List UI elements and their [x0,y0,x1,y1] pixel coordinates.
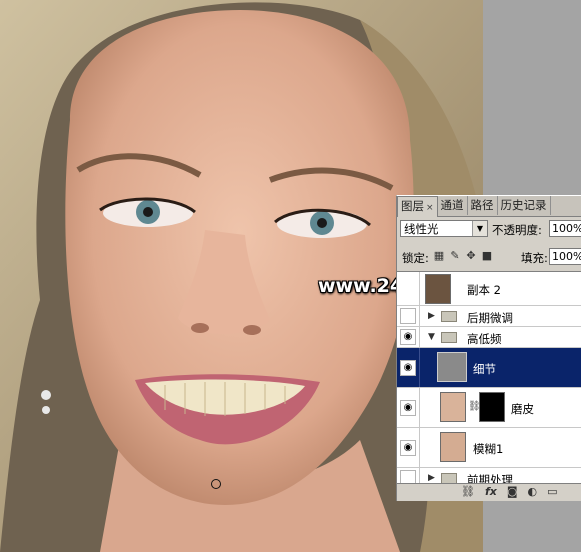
tab-layers[interactable]: 图层 × [397,196,438,217]
layer-name[interactable]: 高低频 [467,331,502,347]
tab-channels[interactable]: 通道 [438,196,468,215]
visibility-toggle[interactable] [400,308,416,324]
blend-row: 线性光 ▼ 不透明度: 100% [397,219,581,239]
lock-row: 锁定: ▦ ✎ ✥ ■ 填充: 100% [397,247,581,267]
fill-input[interactable]: 100% [549,248,581,265]
tab-history[interactable]: 历史记录 [498,196,551,215]
folder-icon [441,311,457,322]
opacity-label: 不透明度: [492,223,542,237]
layer-name[interactable]: 模糊1 [473,441,503,457]
tab-label: 图层 [401,199,424,213]
lock-label: 锁定: [402,251,429,265]
layer-row[interactable]: ◉ 模糊1 [397,428,581,468]
brush-cursor [211,479,221,489]
layer-name[interactable]: 后期微调 [467,310,513,326]
dropdown-arrow-icon[interactable]: ▼ [472,221,487,236]
layer-list: 副本 2 ▶ 后期微调 ◉ ▼ 高低频 ◉ 细节 ◉ ⛓ 磨皮 ◉ 模糊1 ▶ … [397,271,581,489]
blend-mode-value: 线性光 [404,222,439,236]
eye-icon[interactable]: ◉ [400,440,416,456]
tab-paths[interactable]: 路径 [468,196,498,215]
expand-triangle-icon[interactable]: ▶ [428,311,435,321]
layer-thumbnail [425,274,451,304]
folder-icon[interactable]: ▭ [547,485,557,498]
layers-panel: 图层 × 通道 路径 历史记录 线性光 ▼ 不透明度: 100% 锁定: ▦ ✎ … [396,195,581,501]
layer-row-selected[interactable]: ◉ 细节 [397,348,581,388]
lock-transparent-icon[interactable]: ▦ [433,250,445,262]
folder-icon [441,332,457,343]
layer-row[interactable]: ◉ ⛓ 磨皮 [397,388,581,428]
blend-mode-select[interactable]: 线性光 ▼ [400,220,488,237]
panel-tabs: 图层 × 通道 路径 历史记录 [397,196,581,217]
lock-all-icon[interactable]: ■ [481,250,493,262]
layer-row[interactable]: 副本 2 [397,272,581,306]
layer-group-row[interactable]: ◉ ▼ 高低频 [397,327,581,348]
lock-position-icon[interactable]: ✥ [465,250,477,262]
layers-panel-footer: ⛓ fx ◙ ◐ ▭ [397,483,581,501]
layer-name[interactable]: 副本 2 [467,282,501,298]
layer-thumbnail [440,432,466,462]
adjustment-icon[interactable]: ◐ [528,485,538,498]
fx-icon[interactable]: fx [485,485,497,498]
layer-thumbnail [440,392,466,422]
layer-name[interactable]: 细节 [473,361,496,377]
fill-label: 填充: [521,251,548,265]
layer-thumbnail [437,352,467,382]
mask-icon[interactable]: ◙ [507,485,518,498]
layer-group-row[interactable]: ▶ 后期微调 [397,306,581,327]
layer-mask-thumbnail[interactable] [479,392,505,422]
collapse-triangle-icon[interactable]: ▼ [428,332,435,342]
lock-pixels-icon[interactable]: ✎ [449,250,461,262]
expand-triangle-icon[interactable]: ▶ [428,473,435,483]
eye-icon[interactable]: ◉ [400,400,416,416]
layer-name[interactable]: 磨皮 [511,401,534,417]
opacity-input[interactable]: 100% [549,220,581,237]
link-icon[interactable]: ⛓ [461,485,475,498]
eye-icon[interactable]: ◉ [400,360,416,376]
eye-icon[interactable]: ◉ [400,329,416,345]
close-icon[interactable]: × [426,203,434,213]
